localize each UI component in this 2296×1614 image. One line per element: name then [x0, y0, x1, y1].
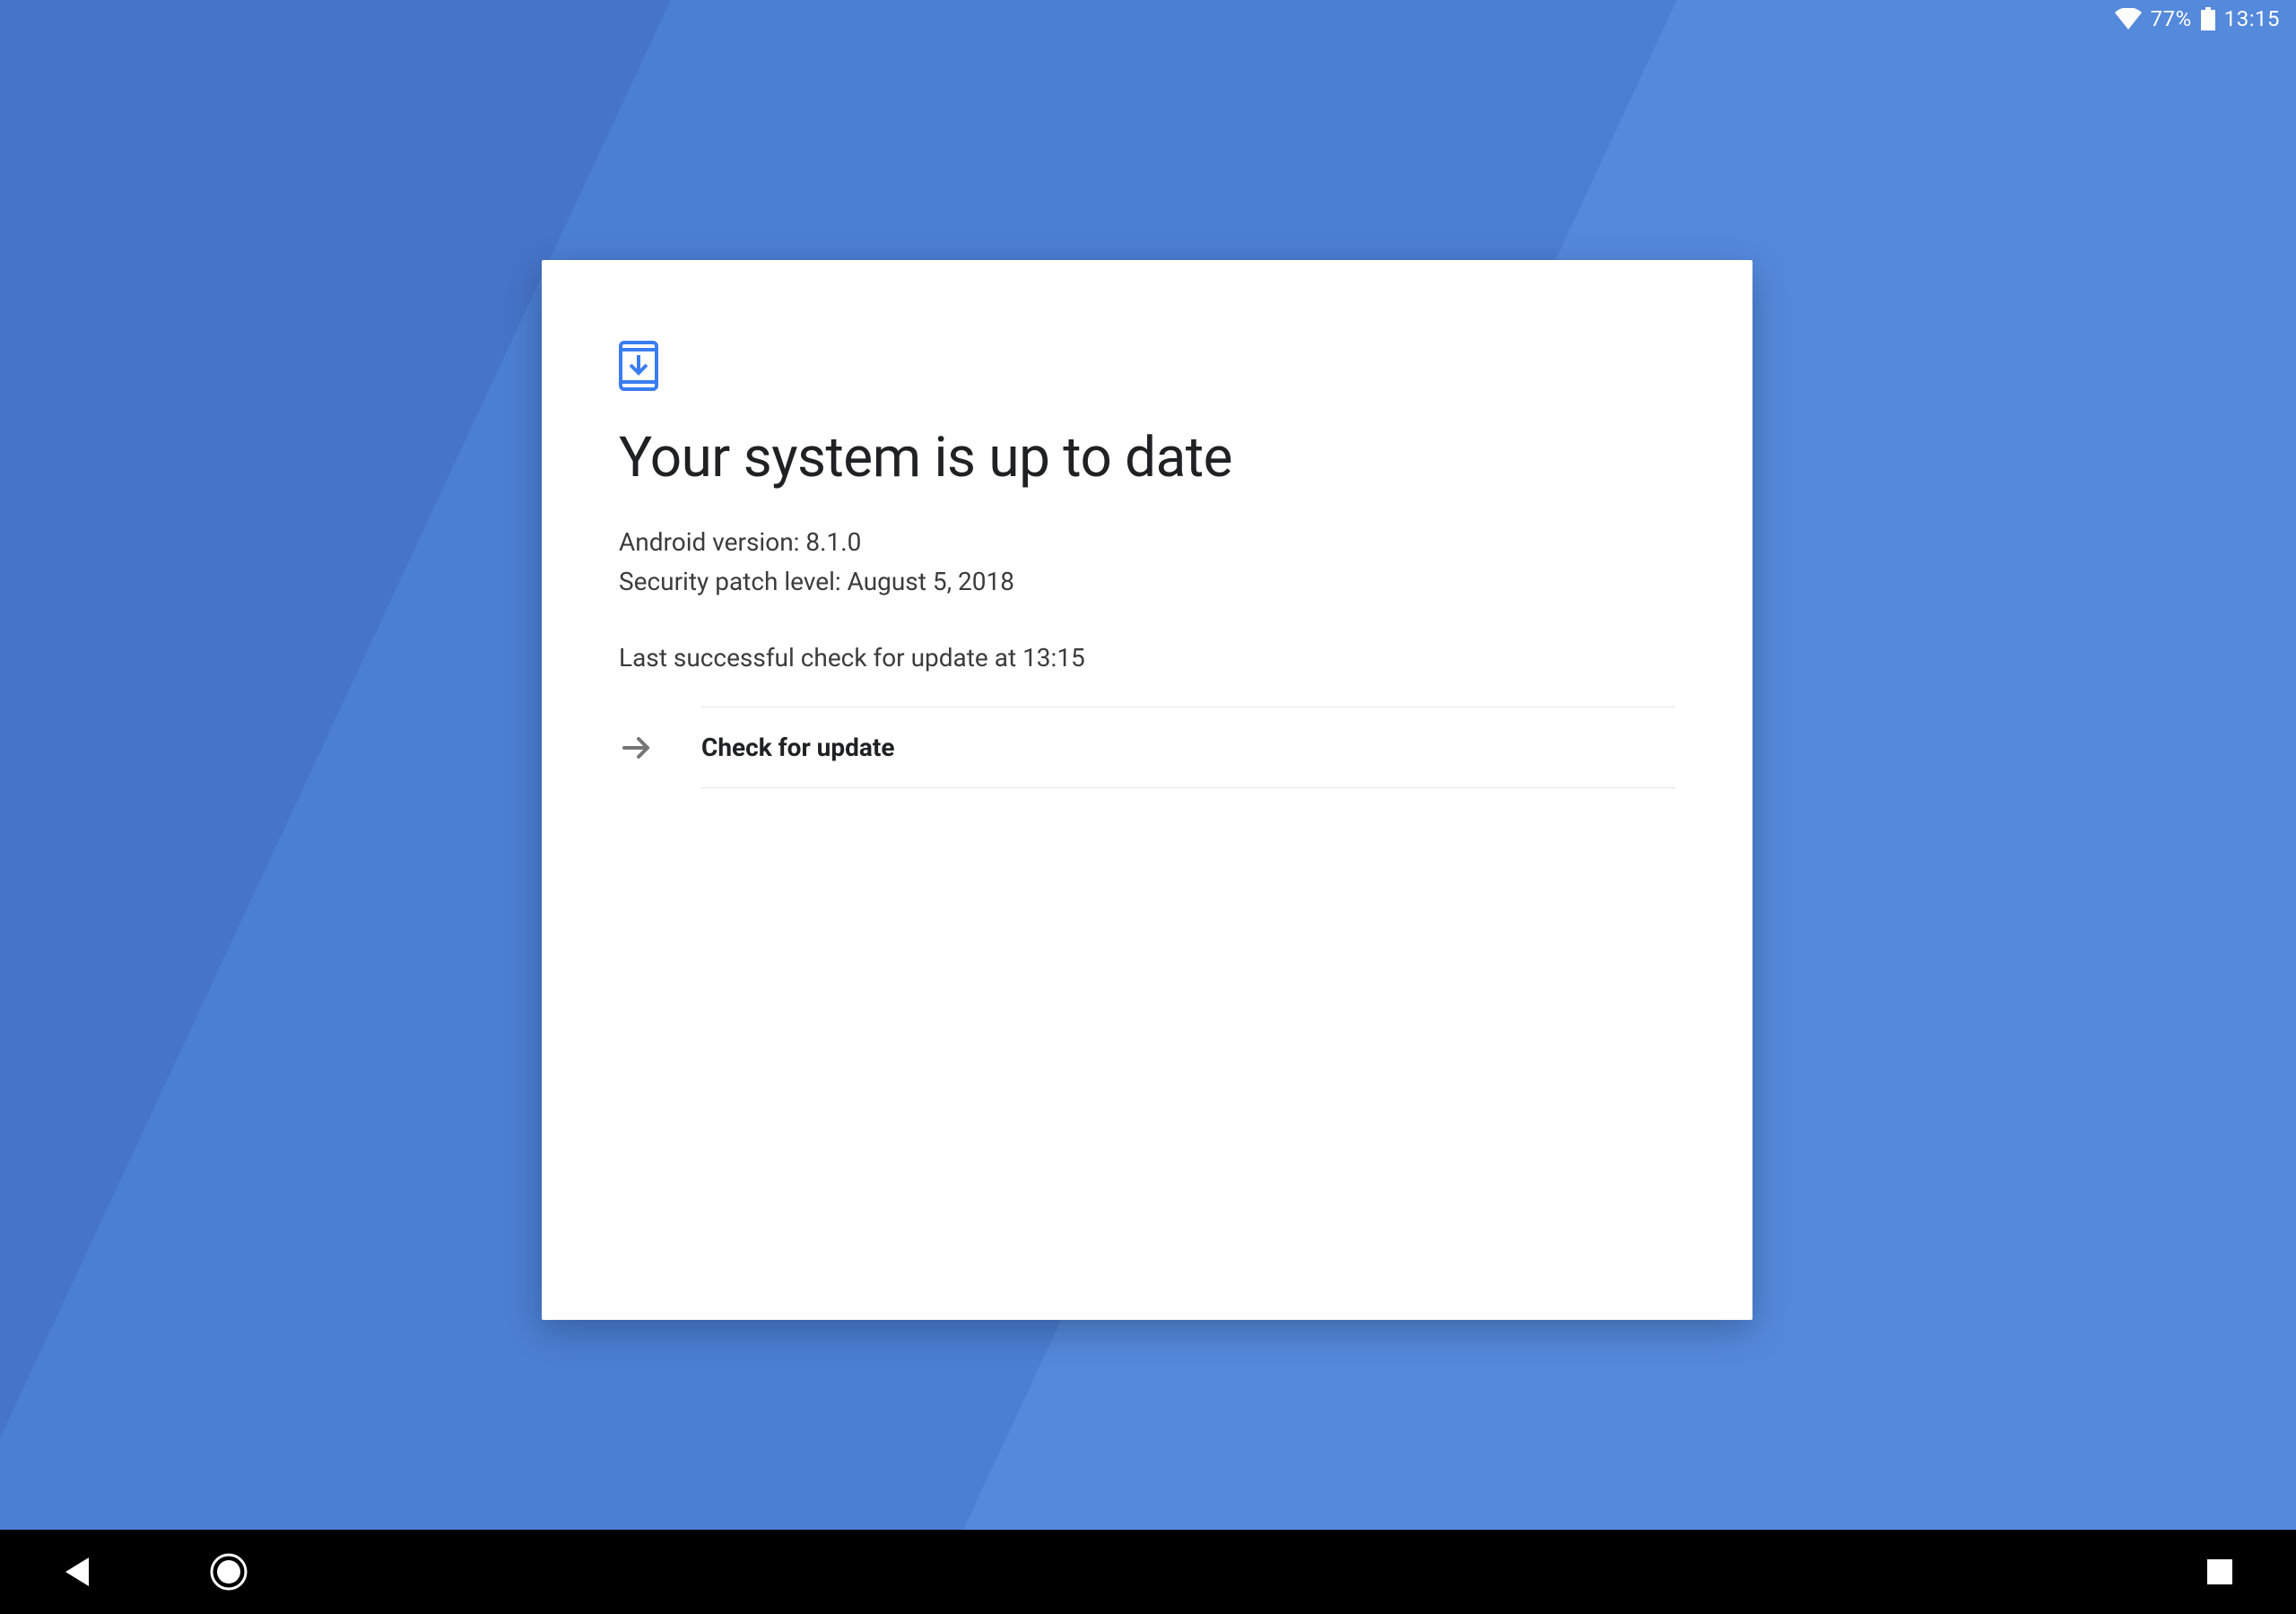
back-button[interactable]	[54, 1549, 99, 1594]
android-version-line: Android version: 8.1.0	[619, 523, 1675, 562]
status-bar: 77% 13:15	[0, 0, 2296, 38]
system-info-block: Android version: 8.1.0 Security patch le…	[619, 523, 1675, 602]
home-button[interactable]	[206, 1549, 251, 1594]
card-title: Your system is up to date	[619, 425, 1675, 490]
navigation-bar	[0, 1530, 2296, 1614]
last-check-line: Last successful check for update at 13:1…	[619, 643, 1675, 672]
check-for-update-label: Check for update	[701, 707, 1675, 788]
recents-button[interactable]	[2197, 1549, 2242, 1594]
system-update-card: Your system is up to date Android versio…	[542, 260, 1752, 1320]
battery-percentage: 77%	[2151, 6, 2192, 31]
security-patch-line: Security patch level: August 5, 2018	[619, 562, 1675, 602]
check-for-update-button[interactable]: Check for update	[619, 707, 1675, 788]
arrow-right-icon	[619, 707, 701, 788]
system-update-icon	[619, 341, 1675, 395]
battery-icon	[2201, 7, 2215, 30]
wifi-icon	[2115, 8, 2142, 30]
status-clock: 13:15	[2224, 6, 2280, 31]
